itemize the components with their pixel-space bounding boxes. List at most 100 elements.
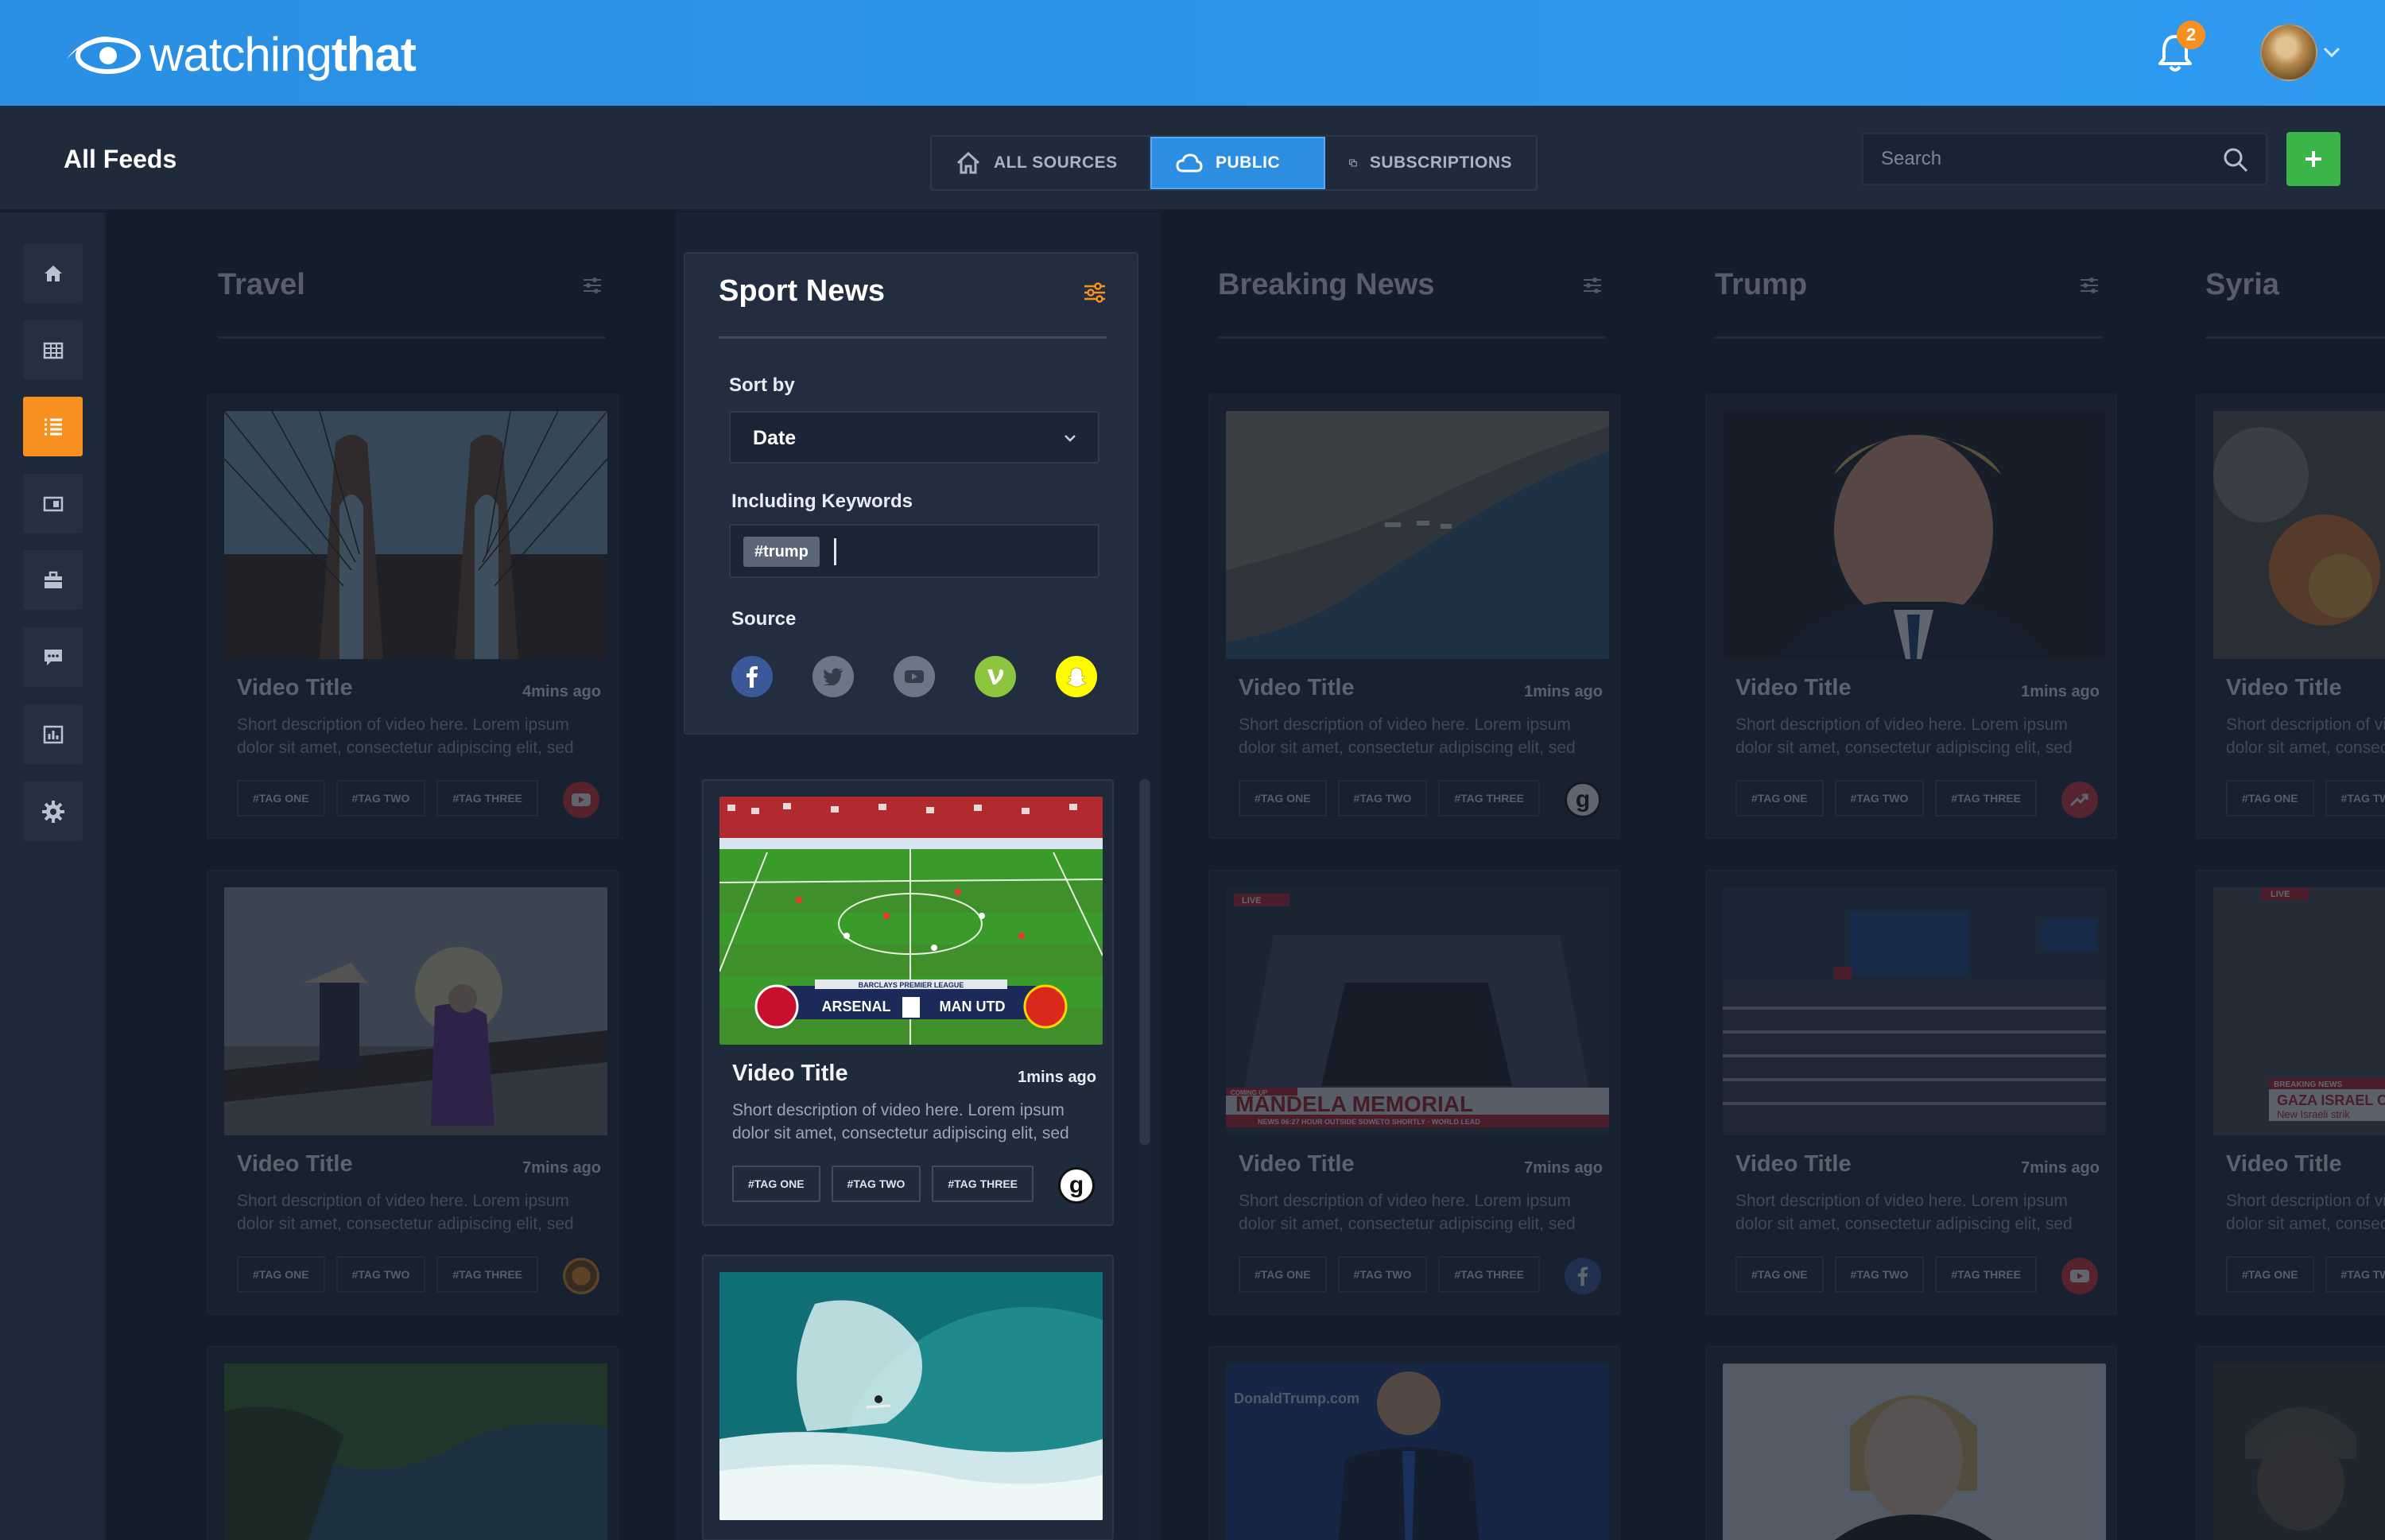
sidebar-item-layout[interactable] bbox=[23, 474, 83, 533]
tag-chip[interactable]: #TAG TWO bbox=[1337, 1256, 1428, 1293]
tag-chip[interactable]: #TAG ONE bbox=[2226, 780, 2314, 817]
copy-icon bbox=[1349, 159, 1357, 167]
sidebar-item-settings[interactable] bbox=[23, 782, 83, 841]
video-time: 1mins ago bbox=[2021, 683, 2100, 700]
tag-chip[interactable]: #TAG ONE bbox=[1735, 780, 1824, 817]
video-time: 7mins ago bbox=[1524, 1159, 1603, 1177]
video-card[interactable]: DonaldTrump.com bbox=[1208, 1346, 1620, 1540]
youtube-icon bbox=[563, 782, 599, 818]
twitter-icon[interactable] bbox=[812, 656, 854, 697]
sidebar-item-analytics[interactable] bbox=[23, 704, 83, 764]
video-card[interactable] bbox=[2196, 1346, 2385, 1540]
plus-icon bbox=[2306, 151, 2321, 167]
video-card[interactable]: LIVE BREAKING NEWS GAZA ISRAEL C New Isr… bbox=[2196, 870, 2385, 1315]
live-label-text: LIVE bbox=[1242, 896, 1261, 906]
vine-icon[interactable] bbox=[975, 656, 1016, 697]
tab-subscriptions[interactable]: SUBSCRIPTIONS bbox=[1325, 137, 1536, 189]
tag-chip[interactable]: #TAG THREE bbox=[436, 780, 539, 817]
video-card[interactable]: Video Title 7mins ago Short description … bbox=[207, 870, 619, 1315]
tag-chip[interactable]: #TAG TWO bbox=[1834, 1256, 1925, 1293]
tag-chip[interactable]: #TAG THREE bbox=[1935, 1256, 2038, 1293]
sidebar-item-list[interactable] bbox=[23, 397, 83, 456]
tag-chip[interactable]: #TAG TWO bbox=[335, 780, 426, 817]
video-thumbnail[interactable]: LIVE COMING UP MANDELA MEMORIAL NEWS 06:… bbox=[1226, 887, 1609, 1135]
video-thumbnail[interactable] bbox=[1723, 887, 2106, 1135]
search-icon[interactable] bbox=[2221, 145, 2250, 174]
user-avatar[interactable] bbox=[2260, 24, 2317, 81]
tag-chip[interactable]: #TAG ONE bbox=[732, 1166, 820, 1202]
tag-chip[interactable]: #TAG THREE bbox=[436, 1256, 539, 1293]
video-card[interactable]: Video Title 7mins ago Short description … bbox=[1705, 870, 2117, 1315]
tab-public[interactable]: PUBLIC bbox=[1150, 137, 1325, 189]
video-thumbnail[interactable] bbox=[1723, 1364, 2106, 1540]
video-card[interactable]: Video Title 1mins ago Short description … bbox=[1208, 394, 1620, 839]
tag-chip[interactable]: #TAG THREE bbox=[1438, 1256, 1541, 1293]
video-thumbnail[interactable] bbox=[2213, 1364, 2385, 1540]
tag-chip[interactable]: #TAG ONE bbox=[237, 1256, 325, 1293]
trending-icon bbox=[2061, 782, 2098, 818]
video-description: Short description of video here. Lorem i… bbox=[732, 1101, 1069, 1142]
tag-chip[interactable]: #TAG TWO bbox=[1834, 780, 1925, 817]
column-scrollbar-thumb[interactable] bbox=[1139, 779, 1150, 1145]
video-thumbnail[interactable] bbox=[224, 1364, 607, 1540]
youtube-icon[interactable] bbox=[894, 656, 935, 697]
video-description: Short description of video here. Lorem i… bbox=[1239, 1192, 1576, 1233]
speaker-image bbox=[1723, 1364, 2106, 1540]
tag-list: #TAG ONE #TAG TWO #TAG THREE bbox=[1735, 1256, 2048, 1293]
sidebar-item-chat[interactable] bbox=[23, 627, 83, 687]
video-thumbnail[interactable]: BARCLAYS PREMIER LEAGUE ARSENAL MAN UTD bbox=[719, 797, 1103, 1045]
tag-chip[interactable]: #TAG THREE bbox=[1935, 780, 2038, 817]
video-description: Short description of video here. Lorem i… bbox=[2226, 1192, 2385, 1233]
tab-all-sources[interactable]: ALL SOURCES bbox=[932, 137, 1150, 189]
tag-chip[interactable]: #TAG ONE bbox=[1735, 1256, 1824, 1293]
app-logo[interactable]: watchingthat bbox=[62, 24, 417, 84]
video-thumbnail[interactable]: LIVE BREAKING NEWS GAZA ISRAEL C New Isr… bbox=[2213, 887, 2385, 1135]
tag-chip[interactable]: #TAG ONE bbox=[1239, 780, 1327, 817]
tag-chip[interactable]: #TAG TWO bbox=[335, 1256, 426, 1293]
video-card[interactable] bbox=[702, 1255, 1114, 1540]
add-feed-button[interactable] bbox=[2286, 132, 2340, 186]
video-card[interactable]: Video Title Short description of video h… bbox=[2196, 394, 2385, 839]
video-card[interactable]: BARCLAYS PREMIER LEAGUE ARSENAL MAN UTD … bbox=[702, 779, 1114, 1226]
video-thumbnail[interactable] bbox=[224, 887, 607, 1135]
facebook-icon[interactable] bbox=[731, 656, 773, 697]
video-thumbnail[interactable] bbox=[719, 1272, 1103, 1520]
sidebar-item-grid[interactable] bbox=[23, 320, 83, 380]
sign-text: DonaldTrump.com bbox=[1234, 1391, 1359, 1406]
video-card[interactable]: Video Title 4mins ago Short description … bbox=[207, 394, 619, 839]
video-thumbnail[interactable]: DonaldTrump.com bbox=[1226, 1364, 1609, 1540]
search-input[interactable] bbox=[1881, 142, 2215, 176]
list-icon bbox=[44, 418, 62, 435]
keywords-input[interactable]: #trump bbox=[729, 524, 1099, 578]
sidebar-item-home[interactable] bbox=[23, 243, 83, 303]
keyword-chip[interactable]: #trump bbox=[743, 537, 820, 567]
video-card[interactable]: LIVE COMING UP MANDELA MEMORIAL NEWS 06:… bbox=[1208, 870, 1620, 1315]
tag-chip[interactable]: #TAG ONE bbox=[2226, 1256, 2314, 1293]
video-card[interactable] bbox=[1705, 1346, 2117, 1540]
video-thumbnail[interactable] bbox=[1226, 411, 1609, 659]
youtube-icon bbox=[2061, 1258, 2098, 1294]
sort-select[interactable]: Date bbox=[729, 411, 1099, 464]
sidebar-item-briefcase[interactable] bbox=[23, 550, 83, 610]
tag-chip[interactable]: #TAG THREE bbox=[932, 1166, 1034, 1202]
gear-icon bbox=[41, 800, 64, 823]
filter-settings-icon[interactable] bbox=[2079, 276, 2100, 295]
tag-chip[interactable]: #TAG TWO bbox=[2325, 1256, 2385, 1293]
video-time: 7mins ago bbox=[2021, 1159, 2100, 1177]
tag-chip[interactable]: #TAG ONE bbox=[1239, 1256, 1327, 1293]
chevron-down-icon[interactable] bbox=[2322, 45, 2341, 60]
filter-settings-icon[interactable] bbox=[582, 276, 603, 295]
filter-settings-icon[interactable] bbox=[1582, 276, 1603, 295]
video-thumbnail[interactable] bbox=[224, 411, 607, 659]
video-card[interactable]: Video Title 1mins ago Short description … bbox=[1705, 394, 2117, 839]
video-card[interactable] bbox=[207, 1346, 619, 1540]
filter-settings-icon[interactable] bbox=[1083, 282, 1107, 303]
snapchat-icon[interactable] bbox=[1056, 656, 1097, 697]
video-thumbnail[interactable] bbox=[1723, 411, 2106, 659]
tag-chip[interactable]: #TAG TWO bbox=[2325, 780, 2385, 817]
tag-chip[interactable]: #TAG TWO bbox=[831, 1166, 921, 1202]
tag-chip[interactable]: #TAG TWO bbox=[1337, 780, 1428, 817]
tag-chip[interactable]: #TAG ONE bbox=[237, 780, 325, 817]
video-thumbnail[interactable] bbox=[2213, 411, 2385, 659]
tag-chip[interactable]: #TAG THREE bbox=[1438, 780, 1541, 817]
